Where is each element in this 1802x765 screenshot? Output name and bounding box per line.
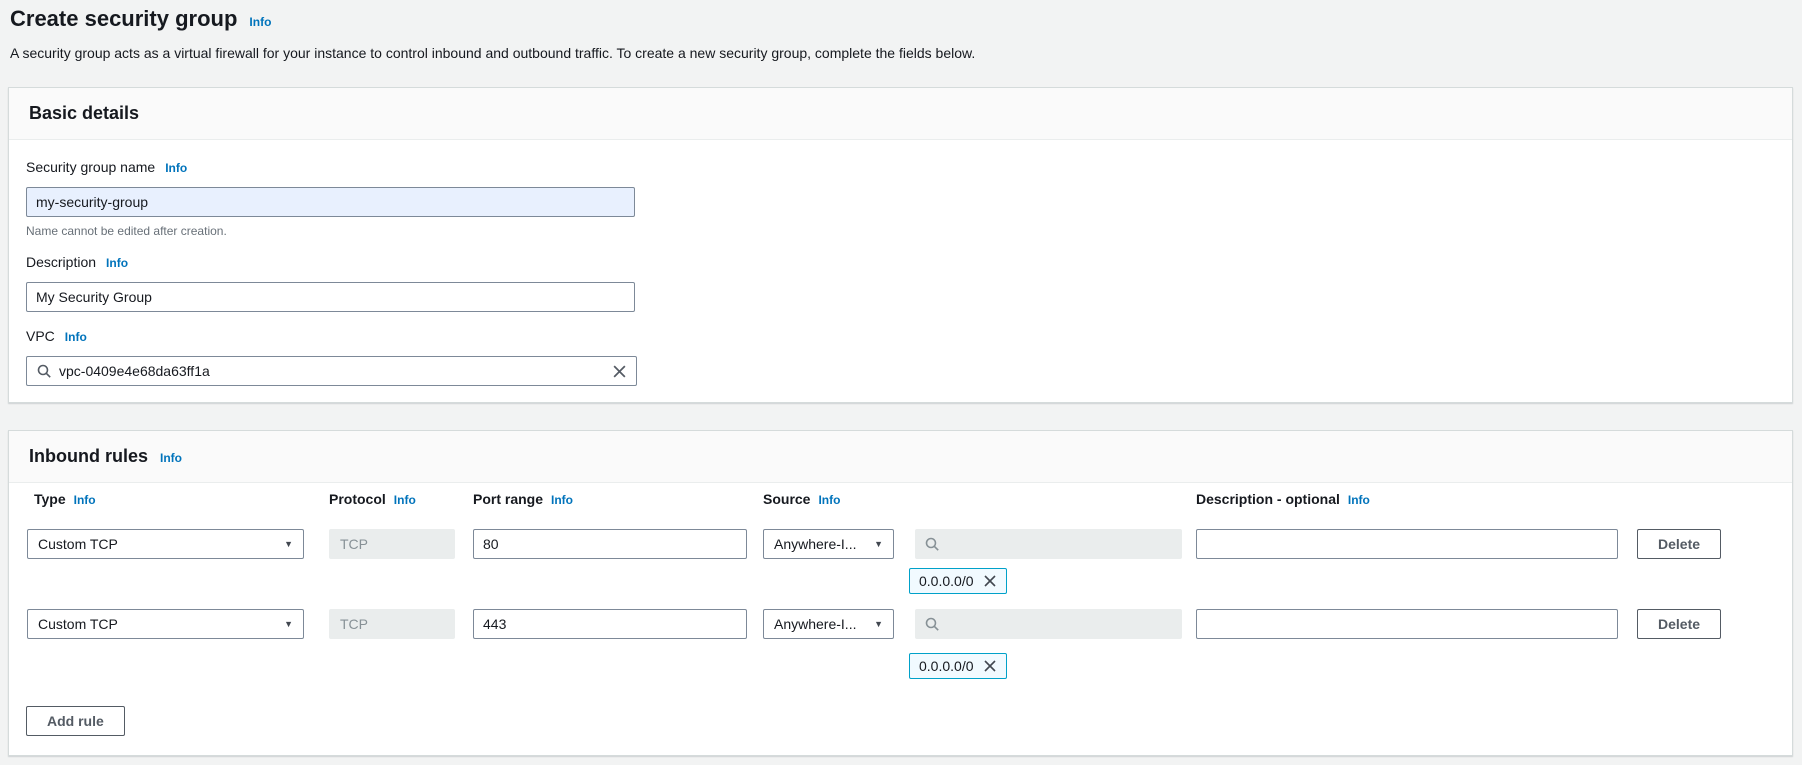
search-icon xyxy=(924,536,940,552)
inbound-rules-card: Inbound rules Info Type Info Protocol In… xyxy=(8,430,1793,756)
protocol-field: TCP xyxy=(329,529,455,559)
security-group-name-info-link[interactable]: Info xyxy=(165,161,187,175)
source-info-link[interactable]: Info xyxy=(818,493,840,507)
chip-remove-icon[interactable] xyxy=(983,659,997,673)
column-header-protocol: Protocol Info xyxy=(329,491,416,507)
chevron-down-icon: ▼ xyxy=(284,619,293,629)
page-title-info-link[interactable]: Info xyxy=(249,15,271,29)
chevron-down-icon: ▼ xyxy=(874,619,883,629)
rule-description-input[interactable] xyxy=(1196,609,1618,639)
inbound-rules-header: Inbound rules Info xyxy=(9,431,1792,483)
source-type-value: Anywhere-I... xyxy=(774,536,857,552)
security-group-name-helper: Name cannot be edited after creation. xyxy=(26,224,227,238)
vpc-info-link[interactable]: Info xyxy=(65,330,87,344)
source-search-input[interactable] xyxy=(947,535,1173,553)
type-select-value: Custom TCP xyxy=(38,616,118,632)
search-icon xyxy=(36,363,52,379)
port-range-info-link[interactable]: Info xyxy=(551,493,573,507)
add-rule-button[interactable]: Add rule xyxy=(26,706,125,736)
vpc-input[interactable] xyxy=(59,363,605,379)
protocol-field: TCP xyxy=(329,609,455,639)
protocol-info-link[interactable]: Info xyxy=(394,493,416,507)
basic-details-header: Basic details xyxy=(9,88,1792,140)
source-cidr-chip: 0.0.0.0/0 xyxy=(909,568,1007,594)
description-info-link[interactable]: Info xyxy=(106,256,128,270)
description-label: Description Info xyxy=(26,254,129,270)
rule-description-input[interactable] xyxy=(1196,529,1618,559)
page-header: Create security group Info xyxy=(10,6,271,32)
search-icon xyxy=(924,616,940,632)
source-search-input[interactable] xyxy=(947,615,1173,633)
type-select[interactable]: Custom TCP ▼ xyxy=(27,609,304,639)
inbound-rules-info-link[interactable]: Info xyxy=(160,451,182,465)
chevron-down-icon: ▼ xyxy=(284,539,293,549)
basic-details-title: Basic details xyxy=(29,103,140,123)
vpc-select-field[interactable] xyxy=(26,356,637,386)
delete-rule-button[interactable]: Delete xyxy=(1637,609,1722,639)
chevron-down-icon: ▼ xyxy=(874,539,883,549)
column-header-port-range: Port range Info xyxy=(473,491,574,507)
source-search-box[interactable] xyxy=(915,609,1182,639)
source-search-box[interactable] xyxy=(915,529,1182,559)
page-title: Create security group xyxy=(10,6,238,31)
type-select-value: Custom TCP xyxy=(38,536,118,552)
source-cidr-value: 0.0.0.0/0 xyxy=(919,658,974,674)
delete-rule-button[interactable]: Delete xyxy=(1637,529,1722,559)
column-header-type: Type Info xyxy=(34,491,96,507)
inbound-rules-title: Inbound rules xyxy=(29,446,148,466)
page-description: A security group acts as a virtual firew… xyxy=(10,45,976,61)
security-group-name-input[interactable] xyxy=(26,187,635,217)
chip-remove-icon[interactable] xyxy=(983,574,997,588)
type-info-link[interactable]: Info xyxy=(74,493,96,507)
security-group-name-label: Security group name Info xyxy=(26,159,188,175)
vpc-label: VPC Info xyxy=(26,328,87,344)
column-header-description: Description - optional Info xyxy=(1196,491,1370,507)
type-select[interactable]: Custom TCP ▼ xyxy=(27,529,304,559)
vpc-clear-icon[interactable] xyxy=(612,364,627,379)
create-security-group-page: Create security group Info A security gr… xyxy=(0,0,1802,765)
source-type-select[interactable]: Anywhere-I... ▼ xyxy=(763,609,894,639)
port-range-input[interactable] xyxy=(473,529,747,559)
source-type-select[interactable]: Anywhere-I... ▼ xyxy=(763,529,894,559)
basic-details-card: Basic details Security group name Info N… xyxy=(8,87,1793,403)
source-type-value: Anywhere-I... xyxy=(774,616,857,632)
port-range-input[interactable] xyxy=(473,609,747,639)
description-optional-info-link[interactable]: Info xyxy=(1348,493,1370,507)
column-header-source: Source Info xyxy=(763,491,841,507)
source-cidr-chip: 0.0.0.0/0 xyxy=(909,653,1007,679)
description-input[interactable] xyxy=(26,282,635,312)
source-cidr-value: 0.0.0.0/0 xyxy=(919,573,974,589)
